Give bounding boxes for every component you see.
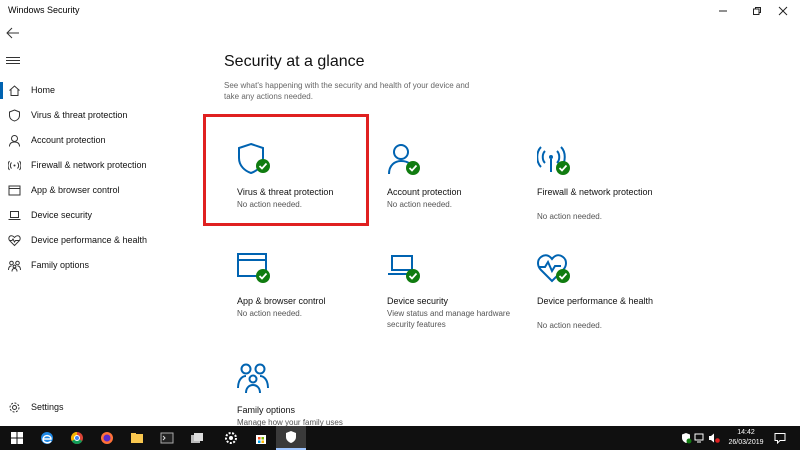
restore-icon <box>753 7 761 15</box>
sidebar: Home Virus & threat protection Account p… <box>0 22 200 426</box>
windows-logo-icon <box>11 432 23 444</box>
sidebar-item-virus[interactable]: Virus & threat protection <box>0 105 200 127</box>
person-check-icon <box>388 144 420 175</box>
security-tray-icon[interactable] <box>680 432 692 444</box>
tile-title: App & browser control <box>237 296 326 306</box>
window-stack-icon <box>191 433 203 443</box>
shield-icon <box>286 431 296 443</box>
heart-icon <box>8 235 21 247</box>
tile-title: Firewall & network protection <box>537 187 653 197</box>
tile-title: Family options <box>237 405 296 415</box>
sidebar-item-label: Account protection <box>31 135 106 145</box>
family-icon <box>237 363 269 394</box>
start-button[interactable] <box>2 426 32 450</box>
edge-icon <box>41 432 53 444</box>
minimize-button[interactable] <box>706 0 740 22</box>
sidebar-item-family[interactable]: Family options <box>0 255 200 277</box>
sidebar-item-performance[interactable]: Device performance & health <box>0 230 200 252</box>
heart-pulse-check-icon <box>537 254 570 283</box>
tile-title: Account protection <box>387 187 462 197</box>
tile-device-performance[interactable]: Device performance & health No action ne… <box>527 231 667 331</box>
person-icon <box>9 135 20 147</box>
tile-status: View status and manage hardware security… <box>387 309 511 329</box>
sidebar-item-label: Device performance & health <box>31 235 148 245</box>
sidebar-item-label: Virus & threat protection <box>31 110 128 120</box>
volume-muted-icon[interactable] <box>708 432 720 444</box>
family-icon <box>8 260 21 272</box>
menu-button[interactable] <box>6 55 20 67</box>
shield-icon <box>9 109 20 122</box>
page-title: Security at a glance <box>224 53 365 70</box>
sidebar-item-firewall[interactable]: Firewall & network protection <box>0 155 200 177</box>
tile-status: No action needed. <box>387 200 452 209</box>
back-arrow-icon <box>6 27 19 39</box>
terminal-icon <box>160 432 174 444</box>
sidebar-item-label: Home <box>31 85 56 95</box>
tile-status: No action needed. <box>537 321 602 330</box>
clock-date: 26/03/2019 <box>728 439 764 446</box>
app-window-check-icon <box>237 253 270 283</box>
taskbar-edge[interactable] <box>32 426 62 450</box>
tile-firewall-network[interactable]: Firewall & network protection No action … <box>527 122 667 222</box>
sidebar-item-settings[interactable]: Settings <box>0 397 200 419</box>
folder-icon <box>131 433 143 443</box>
highlight-annotation <box>203 114 369 226</box>
gear-icon <box>9 402 20 413</box>
wireless-icon <box>8 160 21 171</box>
tile-status: No action needed. <box>237 309 302 318</box>
laptop-check-icon <box>388 255 420 283</box>
notifications-icon[interactable] <box>774 432 786 444</box>
tile-app-browser[interactable]: App & browser control No action needed. <box>227 231 367 331</box>
gear-icon <box>225 432 237 444</box>
store-icon <box>256 435 266 444</box>
tile-account-protection[interactable]: Account protection No action needed. <box>377 122 517 222</box>
window-title: Windows Security <box>8 5 80 15</box>
tile-device-security[interactable]: Device security View status and manage h… <box>377 231 517 331</box>
taskbar-file-explorer[interactable] <box>122 426 152 450</box>
tile-title: Device performance & health <box>537 296 654 306</box>
close-icon <box>778 6 788 16</box>
sidebar-item-label: Family options <box>31 260 90 270</box>
sidebar-item-app-browser[interactable]: App & browser control <box>0 180 200 202</box>
system-clock[interactable]: 14:42 26/03/2019 <box>726 428 766 448</box>
taskbar-terminal[interactable] <box>152 426 182 450</box>
main-content: Security at a glance See what's happenin… <box>200 22 800 426</box>
taskbar-app[interactable] <box>182 426 212 450</box>
chrome-icon <box>70 432 83 445</box>
back-button[interactable] <box>6 26 22 40</box>
taskbar-settings[interactable] <box>216 426 246 450</box>
tile-status: Manage how your family uses <box>237 418 343 426</box>
close-button[interactable] <box>766 0 800 22</box>
sidebar-item-label: Device security <box>31 210 93 220</box>
page-subtitle: See what's happening with the security a… <box>224 81 470 101</box>
sidebar-item-label: Firewall & network protection <box>31 160 147 170</box>
taskbar-windows-security[interactable] <box>276 426 306 450</box>
sidebar-item-label: App & browser control <box>31 185 120 195</box>
sidebar-item-device-security[interactable]: Device security <box>0 205 200 227</box>
minimize-icon <box>719 10 727 12</box>
title-bar: Windows Security <box>0 0 800 22</box>
clock-time: 14:42 <box>737 429 755 436</box>
tile-family-options[interactable]: Family options Manage how your family us… <box>227 340 367 426</box>
wireless-check-icon <box>537 146 570 175</box>
firefox-icon <box>101 432 113 444</box>
home-icon <box>9 85 20 96</box>
app-window-icon <box>8 185 21 196</box>
sidebar-item-account[interactable]: Account protection <box>0 130 200 152</box>
taskbar-chrome[interactable] <box>62 426 92 450</box>
laptop-icon <box>8 211 21 220</box>
taskbar: 14:42 26/03/2019 <box>0 426 800 450</box>
tile-title: Device security <box>387 296 449 306</box>
taskbar-firefox[interactable] <box>92 426 122 450</box>
taskbar-store[interactable] <box>246 426 276 450</box>
tile-status: No action needed. <box>537 212 602 221</box>
sidebar-item-label: Settings <box>31 402 64 412</box>
sidebar-item-home[interactable]: Home <box>0 80 200 102</box>
network-icon[interactable] <box>694 432 706 444</box>
